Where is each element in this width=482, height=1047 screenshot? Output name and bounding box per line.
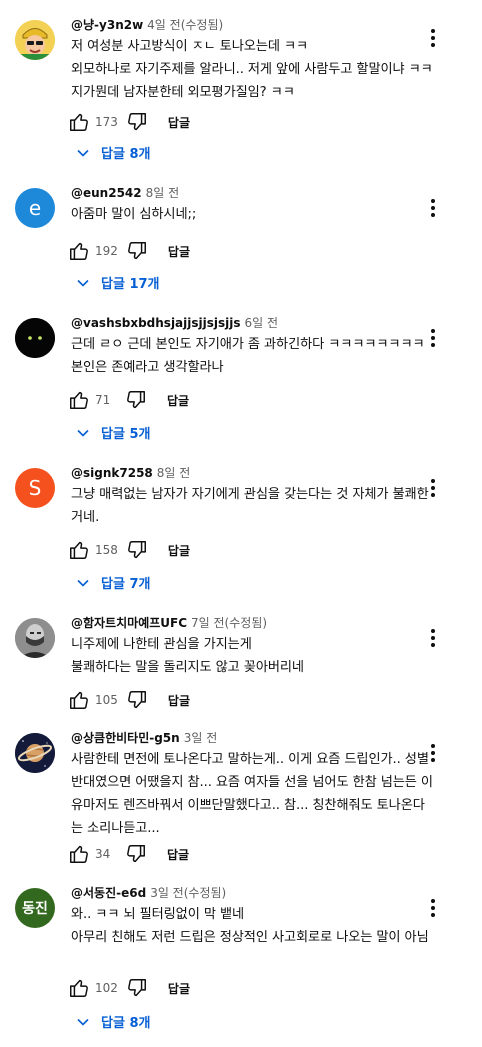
comment-actions: 105 답글 (68, 688, 190, 712)
like-icon[interactable] (68, 539, 90, 561)
more-actions-icon[interactable] (424, 626, 442, 650)
like-count: 34 (95, 847, 111, 861)
avatar[interactable]: e (15, 188, 55, 228)
replies-count-label: 답글 5개 (101, 427, 151, 442)
avatar[interactable]: S (15, 468, 55, 508)
like-icon[interactable] (68, 240, 90, 262)
comment-text: 니주제에 나한테 관심을 가지는게 불쾌하다는 말을 돌리지도 않고 꽂아버리네 (71, 637, 304, 675)
comment-author[interactable]: @냥-y3n2w (71, 18, 143, 32)
dark-eyes-avatar-icon (15, 318, 55, 358)
reply-button[interactable]: 답글 (167, 846, 189, 863)
comment-time[interactable]: 3일 전 (184, 731, 218, 745)
dislike-icon[interactable] (126, 689, 148, 711)
like-count: 158 (95, 543, 118, 557)
like-count: 71 (95, 393, 111, 407)
comment-actions: 102 답글 (68, 976, 190, 1000)
like-count: 105 (95, 693, 118, 707)
reply-button[interactable]: 답글 (168, 114, 190, 131)
avatar-letter: 동진 (22, 901, 48, 917)
more-actions-icon[interactable] (424, 896, 442, 920)
reply-button[interactable]: 답글 (168, 243, 190, 260)
comment-time[interactable]: 8일 전 (146, 186, 180, 200)
comment-actions: 34 답글 (68, 842, 189, 866)
avatar[interactable] (15, 20, 55, 60)
comment-actions: 71 답글 (68, 388, 189, 412)
comment-time[interactable]: 7일 전(수정됨) (191, 616, 267, 630)
like-icon[interactable] (68, 389, 90, 411)
replies-count-label: 답글 8개 (101, 147, 151, 162)
comment-text: 사람한테 면전에 토나온다고 말하는게.. 이게 요즘 드립인가.. 성별 반대… (71, 752, 433, 836)
comment-author[interactable]: @서동진-e6d (71, 886, 146, 900)
dislike-icon[interactable] (126, 111, 148, 133)
chevron-down-icon (75, 275, 91, 291)
dislike-icon[interactable] (125, 843, 147, 865)
like-icon[interactable] (68, 689, 90, 711)
dislike-icon[interactable] (126, 977, 148, 999)
reply-button[interactable]: 답글 (168, 542, 190, 559)
avatar[interactable] (15, 318, 55, 358)
view-replies-button[interactable]: 답글 8개 (75, 143, 150, 162)
fighter-photo-avatar-icon (15, 618, 55, 658)
cartoon-avatar-icon (15, 20, 55, 60)
more-actions-icon[interactable] (424, 476, 442, 500)
comment-actions: 173 답글 (68, 110, 190, 134)
comment-text: 그냥 매력없는 남자가 자기에게 관심을 갖는다는 것 자체가 불쾌한거네. (71, 487, 429, 525)
comment-author[interactable]: @함자트치마예프UFC (71, 616, 187, 630)
dislike-icon[interactable] (125, 389, 147, 411)
comment-actions: 158 답글 (68, 538, 190, 562)
comment-time[interactable]: 3일 전(수정됨) (150, 886, 226, 900)
saturn-avatar-icon (15, 733, 55, 773)
avatar[interactable] (15, 733, 55, 773)
more-actions-icon[interactable] (424, 326, 442, 350)
comment-author[interactable]: @eun2542 (71, 186, 142, 200)
comment-text: 저 여성분 사고방식이 ㅈㄴ 토나오는데 ㅋㅋ 외모하나로 자기주제를 알라니.… (71, 39, 433, 100)
comment-time[interactable]: 8일 전 (157, 466, 191, 480)
comment-text: 근데 ㄹㅇ 근데 본인도 자기애가 좀 과하긴하다 ㅋㅋㅋㅋㅋㅋㅋㅋ 본인은 존… (71, 337, 425, 375)
like-icon[interactable] (68, 111, 90, 133)
replies-count-label: 답글 17개 (101, 277, 160, 292)
comment-author[interactable]: @상큼한비타민-g5n (71, 731, 180, 745)
reply-button[interactable]: 답글 (167, 392, 189, 409)
avatar[interactable]: 동진 (15, 888, 55, 928)
dislike-icon[interactable] (126, 240, 148, 262)
view-replies-button[interactable]: 답글 17개 (75, 273, 160, 292)
view-replies-button[interactable]: 답글 8개 (75, 1012, 150, 1031)
comment-time[interactable]: 6일 전 (245, 316, 279, 330)
reply-button[interactable]: 답글 (168, 692, 190, 709)
replies-count-label: 답글 8개 (101, 1016, 151, 1031)
like-count: 102 (95, 981, 118, 995)
comment-actions: 192 답글 (68, 239, 190, 263)
more-actions-icon[interactable] (424, 26, 442, 50)
chevron-down-icon (75, 575, 91, 591)
avatar-letter: S (28, 476, 42, 500)
comment-author[interactable]: @signk7258 (71, 466, 153, 480)
like-count: 173 (95, 115, 118, 129)
like-count: 192 (95, 244, 118, 258)
chevron-down-icon (75, 145, 91, 161)
more-actions-icon[interactable] (424, 741, 442, 765)
more-actions-icon[interactable] (424, 196, 442, 220)
like-icon[interactable] (68, 977, 90, 999)
reply-button[interactable]: 답글 (168, 980, 190, 997)
dislike-icon[interactable] (126, 539, 148, 561)
comment-author[interactable]: @vashsbxbdhsjajjsjjsjsjjs (71, 316, 241, 330)
chevron-down-icon (75, 425, 91, 441)
comment-time[interactable]: 4일 전(수정됨) (147, 18, 223, 32)
comment-text: 와.. ㅋㅋ 뇌 필터링없이 막 뱉네 아무리 친해도 저런 드립은 정상적인 … (71, 907, 429, 945)
chevron-down-icon (75, 1014, 91, 1030)
replies-count-label: 답글 7개 (101, 577, 151, 592)
like-icon[interactable] (68, 843, 90, 865)
avatar-letter: e (28, 196, 42, 220)
view-replies-button[interactable]: 답글 7개 (75, 573, 150, 592)
avatar[interactable] (15, 618, 55, 658)
view-replies-button[interactable]: 답글 5개 (75, 423, 150, 442)
comment-text: 아줌마 말이 심하시네;; (71, 207, 197, 222)
